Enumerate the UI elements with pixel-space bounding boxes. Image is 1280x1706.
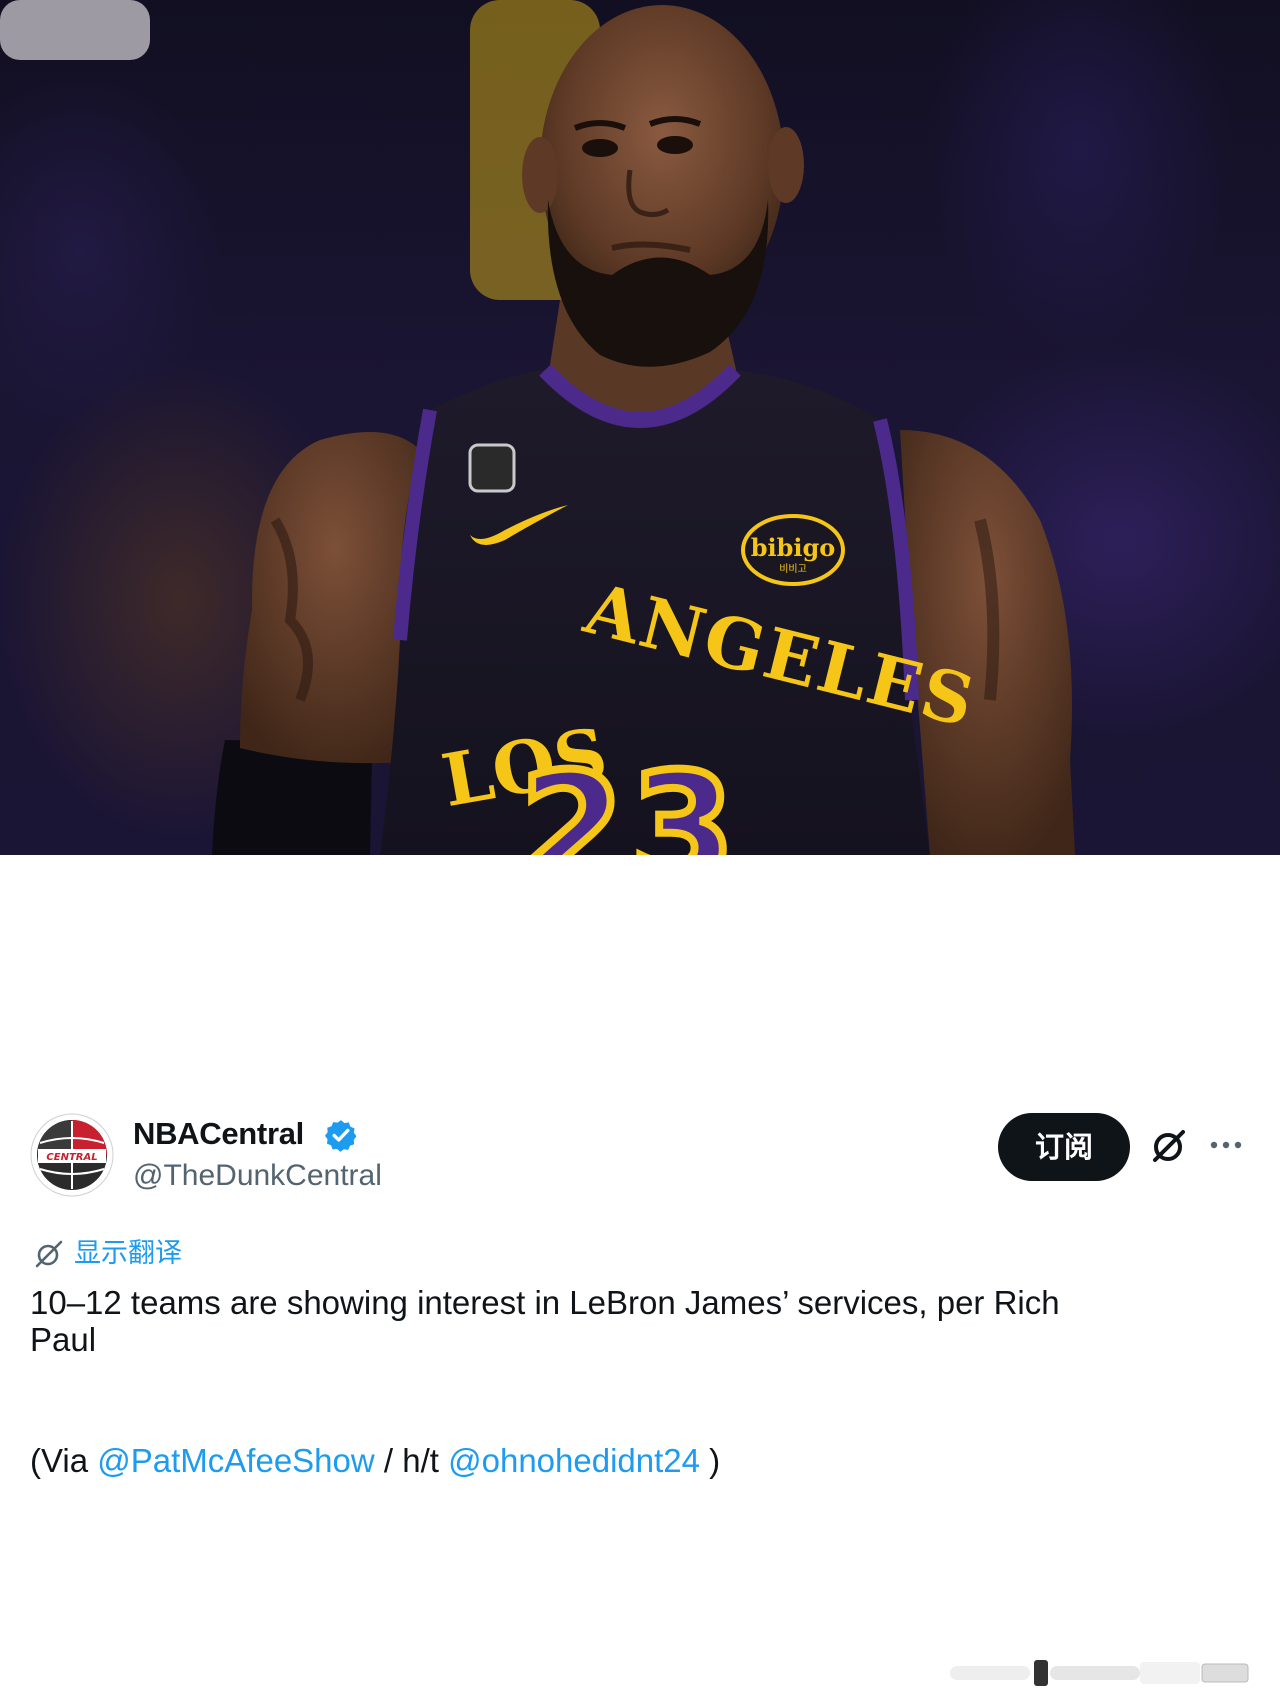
grok-translate-icon <box>35 1240 63 1268</box>
more-icon[interactable] <box>1208 1135 1244 1155</box>
mention-link-patmcafeeshow[interactable]: @PatMcAfeeShow <box>97 1442 374 1479</box>
watermark <box>950 1660 1249 1686</box>
sponsor-patch-text: bibigo <box>751 533 836 562</box>
player-illustration: bibigo 비비고 LOS ANGELES 23 <box>0 0 1075 855</box>
jersey-number: 23 <box>520 742 741 855</box>
author-display-name[interactable]: NBACentral <box>133 1115 304 1153</box>
via-separator: / h/t <box>374 1442 449 1479</box>
verified-badge-icon[interactable] <box>324 1118 358 1152</box>
grok-icon[interactable] <box>1149 1126 1189 1166</box>
mention-link-ohnohedidnt24[interactable]: @ohnohedidnt24 <box>448 1442 700 1479</box>
subscribe-button[interactable]: 订阅 <box>998 1113 1130 1181</box>
show-translation-label: 显示翻译 <box>74 1238 182 1269</box>
tweet-text: 10–12 teams are showing interest in LeBr… <box>30 1284 1060 1358</box>
avatar-text: CENTRAL <box>46 1152 97 1163</box>
author-avatar[interactable]: CENTRAL <box>30 1113 114 1197</box>
tweet-via-line: (Via @PatMcAfeeShow / h/t @ohnohedidnt24… <box>30 1442 1210 1479</box>
show-translation-link[interactable]: 显示翻译 <box>32 1236 182 1272</box>
tweet-photo[interactable]: bibigo 비비고 LOS ANGELES 23 <box>0 0 1280 855</box>
via-prefix: (Via <box>30 1442 98 1479</box>
sponsor-patch-subtext: 비비고 <box>779 563 807 575</box>
via-suffix: ) <box>700 1442 721 1479</box>
author-handle[interactable]: @TheDunkCentral <box>133 1157 382 1195</box>
